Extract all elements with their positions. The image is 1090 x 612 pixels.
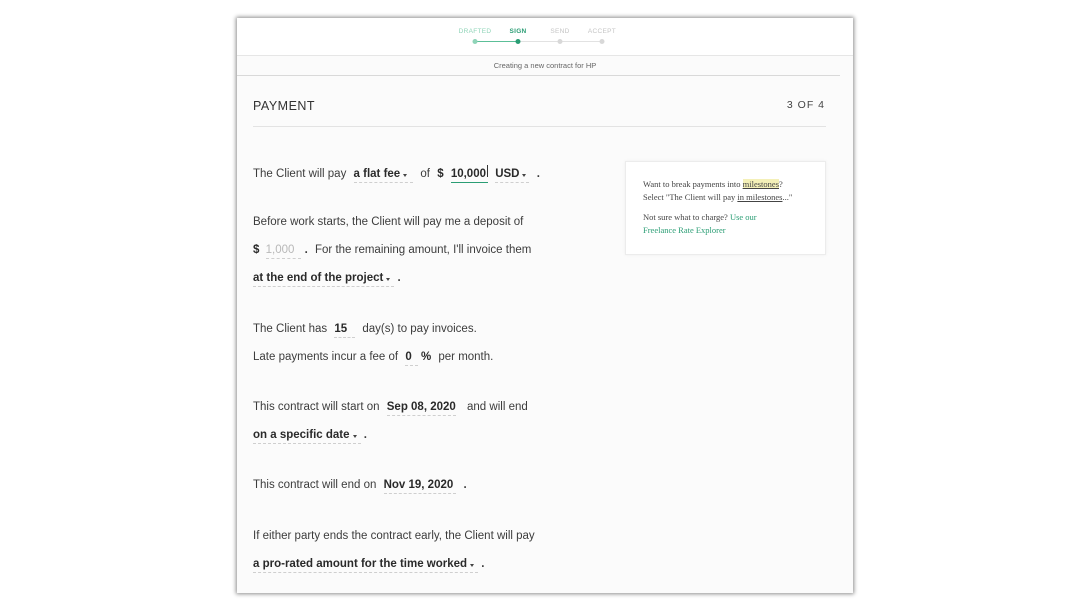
deposit-amount-input[interactable]: 1,000: [265, 244, 302, 259]
progress-stepper: DRAFTED SIGN SEND ACCEPT: [237, 18, 853, 56]
termination-dropdown[interactable]: a pro-rated amount for the time worked: [253, 558, 479, 573]
amount-input[interactable]: 10,000: [450, 165, 488, 183]
termination-period: .: [481, 558, 485, 570]
tip-rate-text: Not sure what to charge? Use our Freelan…: [643, 211, 825, 237]
step-accept-dot: [599, 39, 605, 44]
chevron-down-icon: [352, 435, 357, 438]
rate-explorer-link-1[interactable]: Use our: [730, 212, 757, 222]
deposit-line-1: Before work starts, the Client will pay …: [253, 216, 524, 228]
remaining-amount-text: For the remaining amount, I'll invoice t…: [315, 244, 532, 256]
payment-terms-line: The Client has 15 day(s) to pay invoices…: [253, 323, 477, 338]
start-date-line: This contract will start on Sep 08, 2020…: [253, 401, 528, 416]
days-value: 15: [334, 323, 348, 335]
end-type-value: on a specific date: [253, 429, 350, 441]
milestones-tip-card: Want to break payments into milestones? …: [625, 161, 826, 255]
tip-text: Want to break payments into: [643, 179, 743, 189]
tip-milestones-text: Want to break payments into milestones? …: [643, 178, 825, 204]
end-prefix: This contract will end on: [253, 479, 377, 491]
text-cursor: [487, 165, 488, 177]
start-date-picker[interactable]: Sep 08, 2020: [386, 401, 456, 416]
invoice-timing-value: at the end of the project: [253, 272, 384, 284]
late-fee-unit: %: [420, 351, 432, 363]
tip-text: ?: [779, 179, 783, 189]
termination-line: If either party ends the contract early,…: [253, 530, 535, 542]
termination-option-line: a pro-rated amount for the time worked .: [253, 558, 484, 573]
title-divider: [253, 126, 826, 127]
tip-text: ...": [782, 192, 793, 202]
currency-value: USD: [495, 168, 520, 180]
deposit-placeholder: 1,000: [265, 244, 295, 256]
days-suffix: day(s) to pay invoices.: [362, 323, 477, 335]
deposit-line-3: at the end of the project .: [253, 272, 401, 287]
rate-explorer-link-2[interactable]: Freelance Rate Explorer: [643, 225, 726, 235]
late-prefix: Late payments incur a fee of: [253, 351, 399, 363]
currency-symbol: $: [437, 168, 444, 180]
end-date-value: Nov 19, 2020: [383, 479, 454, 491]
contract-window: DRAFTED SIGN SEND ACCEPT Creating a new …: [237, 18, 853, 593]
step-connector-2: [518, 41, 560, 42]
start-suffix: and will end: [467, 401, 528, 413]
end-type-dropdown[interactable]: on a specific date: [253, 429, 361, 444]
chevron-down-icon: [386, 278, 391, 281]
end-date-line: This contract will end on Nov 19, 2020 .: [253, 479, 467, 494]
start-prefix: This contract will start on: [253, 401, 380, 413]
termination-value: a pro-rated amount for the time worked: [253, 558, 468, 570]
currency-dropdown[interactable]: USD: [495, 168, 530, 183]
end-type-line: on a specific date .: [253, 429, 367, 444]
step-send-dot: [557, 39, 563, 44]
invoice-timing-dropdown[interactable]: at the end of the project: [253, 272, 395, 287]
days-input[interactable]: 15: [334, 323, 356, 338]
step-drafted-dot: [472, 39, 478, 44]
chevron-down-icon: [522, 174, 527, 177]
deposit-currency-symbol: $: [253, 244, 260, 256]
section-title: PAYMENT: [253, 99, 316, 113]
amount-value: 10,000: [450, 168, 486, 180]
payment-line: The Client will pay a flat fee of $ 10,0…: [253, 165, 540, 183]
tip-text: Select "The Client will pay: [643, 192, 738, 202]
step-send-label: SEND: [550, 28, 570, 35]
step-connector-3: [560, 41, 602, 42]
invoice-period: .: [397, 272, 401, 284]
late-fee-line: Late payments incur a fee of 0 % per mon…: [253, 351, 493, 366]
milestones-highlight: milestones: [742, 179, 779, 189]
step-connector-1: [475, 41, 518, 42]
start-date-value: Sep 08, 2020: [386, 401, 456, 413]
late-fee-value: 0: [405, 351, 412, 363]
fee-type-value: a flat fee: [353, 168, 401, 180]
of-text: of: [420, 168, 430, 180]
step-sign-dot: [515, 39, 521, 44]
step-drafted-label: DRAFTED: [458, 28, 492, 35]
fee-type-dropdown[interactable]: a flat fee: [353, 168, 414, 183]
days-prefix: The Client has: [253, 323, 328, 335]
late-suffix: per month.: [438, 351, 494, 363]
subheader-divider: [237, 75, 840, 76]
late-fee-input[interactable]: 0: [405, 351, 418, 366]
step-sign-label: SIGN: [509, 28, 527, 35]
payment-prefix: The Client will pay: [253, 168, 347, 180]
contract-subheader: Creating a new contract for HP: [493, 61, 597, 70]
step-accept-label: ACCEPT: [587, 28, 617, 35]
in-milestones-text: in milestones: [737, 192, 783, 202]
end-date-picker[interactable]: Nov 19, 2020: [383, 479, 457, 494]
step-progress-count: 3 OF 4: [786, 99, 825, 111]
deposit-line-2: $ 1,000 . For the remaining amount, I'll…: [253, 244, 531, 259]
end-type-period: .: [363, 429, 367, 441]
deposit-period: .: [304, 244, 308, 256]
payment-period: .: [536, 168, 540, 180]
chevron-down-icon: [470, 564, 475, 567]
end-date-period: .: [463, 479, 467, 491]
tip-text: Not sure what to charge?: [643, 212, 730, 222]
chevron-down-icon: [403, 174, 408, 177]
